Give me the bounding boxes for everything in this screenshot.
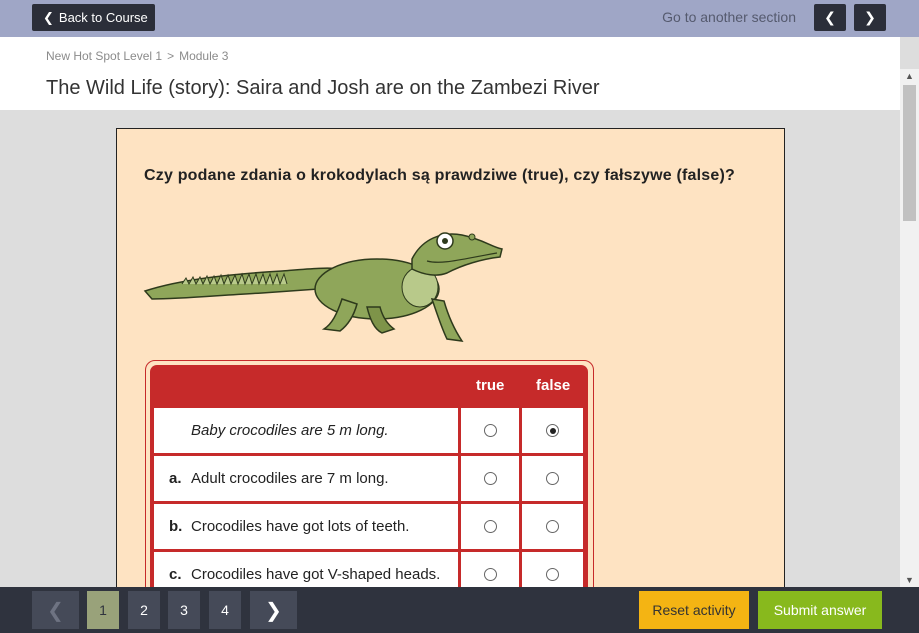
reset-activity-button[interactable]: Reset activity: [639, 591, 749, 629]
chevron-left-icon: ❮: [824, 9, 836, 25]
activity-panel: Czy podane zdania o krokodylach są prawd…: [116, 128, 785, 587]
chevron-left-icon: ❮: [43, 9, 54, 25]
radio-false[interactable]: [546, 472, 559, 485]
statement-text: Crocodiles have got lots of teeth.: [191, 518, 410, 535]
scrollbar-thumb[interactable]: [903, 85, 916, 221]
radio-true[interactable]: [483, 424, 497, 437]
chevron-left-icon: ❮: [47, 599, 64, 622]
page-title: The Wild Life (story): Saira and Josh ar…: [46, 77, 600, 99]
table-row-example: Baby crocodiles are 5 m long.: [154, 408, 583, 453]
previous-section-button[interactable]: ❮: [814, 4, 846, 31]
row-statement: a. Adult crocodiles are 7 m long.: [154, 456, 458, 501]
page-button-2[interactable]: 2: [128, 591, 160, 629]
row-label: b.: [169, 518, 183, 535]
page-header: New Hot Spot Level 1 > Module 3 The Wild L…: [0, 37, 900, 110]
table-body: true false Baby crocodiles are 5 m long.…: [150, 365, 588, 587]
top-bar: ❮ Back to Course Go to another section ❮…: [0, 0, 919, 37]
next-page-button[interactable]: ❯: [250, 591, 297, 629]
scroll-up-arrow-icon[interactable]: ▲: [900, 69, 919, 83]
statement-text: Baby crocodiles are 5 m long.: [191, 422, 389, 439]
scroll-down-arrow-icon[interactable]: ▼: [900, 573, 919, 587]
column-header-false: false: [536, 377, 571, 394]
row-statement: b. Crocodiles have got lots of teeth.: [154, 504, 458, 549]
radio-true[interactable]: [483, 568, 497, 581]
go-to-section-label: Go to another section: [662, 9, 796, 25]
false-cell: [522, 552, 583, 587]
true-cell: [461, 408, 519, 453]
true-false-table: true false Baby crocodiles are 5 m long.…: [145, 360, 594, 587]
previous-page-button[interactable]: ❮: [32, 591, 79, 629]
row-label: c.: [169, 566, 182, 583]
radio-false-selected[interactable]: [546, 424, 559, 437]
statement-text: Crocodiles have got V-shaped heads.: [191, 566, 441, 583]
footer-bar: ❮ 1 2 3 4 ❯ Reset activity Submit answer: [0, 587, 919, 633]
statement-text: Adult crocodiles are 7 m long.: [191, 470, 389, 487]
back-to-course-label: Back to Course: [58, 10, 148, 25]
page-button-4[interactable]: 4: [209, 591, 241, 629]
submit-answer-button[interactable]: Submit answer: [758, 591, 882, 629]
vertical-scrollbar[interactable]: ▲ ▼: [900, 69, 919, 587]
radio-false[interactable]: [546, 520, 559, 533]
table-row-c: c. Crocodiles have got V-shaped heads.: [154, 552, 583, 587]
breadcrumb-separator: >: [167, 49, 175, 63]
breadcrumb: New Hot Spot Level 1 > Module 3: [46, 49, 228, 63]
breadcrumb-course[interactable]: New Hot Spot Level 1: [46, 49, 162, 63]
table-row-b: b. Crocodiles have got lots of teeth.: [154, 504, 583, 549]
radio-false[interactable]: [546, 568, 559, 581]
next-section-button[interactable]: ❯: [854, 4, 886, 31]
back-to-course-button[interactable]: ❮ Back to Course: [32, 4, 155, 31]
true-cell: [461, 456, 519, 501]
activity-instruction: Czy podane zdania o krokodylach są prawd…: [144, 167, 735, 184]
chevron-right-icon: ❯: [864, 9, 876, 25]
false-cell: [522, 456, 583, 501]
page-button-1[interactable]: 1: [87, 591, 119, 629]
row-statement: c. Crocodiles have got V-shaped heads.: [154, 552, 458, 587]
row-statement: Baby crocodiles are 5 m long.: [154, 408, 458, 453]
breadcrumb-module[interactable]: Module 3: [179, 49, 228, 63]
chevron-right-icon: ❯: [265, 599, 282, 622]
table-row-a: a. Adult crocodiles are 7 m long.: [154, 456, 583, 501]
false-cell: [522, 504, 583, 549]
true-cell: [461, 504, 519, 549]
false-cell: [522, 408, 583, 453]
crocodile-illustration: [143, 232, 503, 342]
radio-true[interactable]: [483, 472, 497, 485]
page-button-3[interactable]: 3: [168, 591, 200, 629]
true-cell: [461, 552, 519, 587]
row-label: a.: [169, 470, 182, 487]
column-header-true: true: [476, 377, 505, 394]
radio-true[interactable]: [483, 520, 497, 533]
